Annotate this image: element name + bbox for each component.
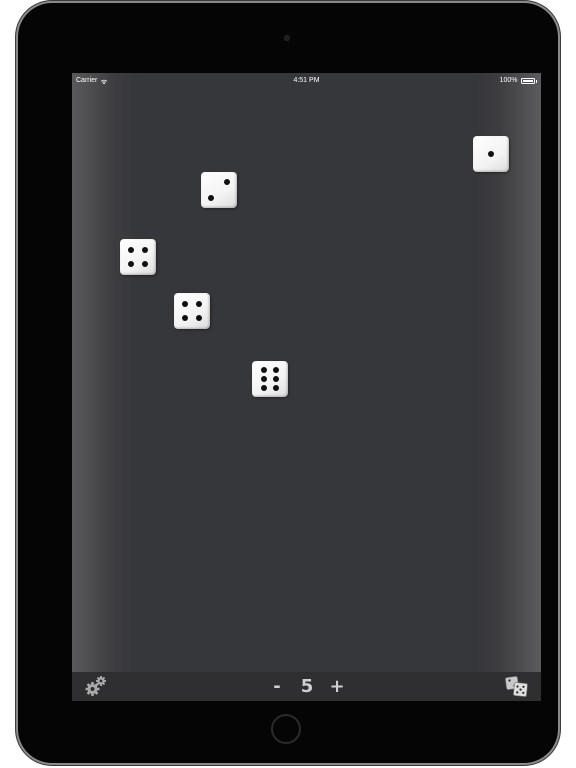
die-pip [181, 315, 188, 322]
die-pip [273, 384, 280, 391]
die-pip [127, 246, 134, 253]
die-pip [273, 367, 280, 374]
die-1[interactable] [473, 136, 509, 172]
die-pip [260, 367, 267, 374]
battery-percent: 100% [499, 77, 518, 84]
increment-button[interactable]: + [326, 676, 348, 697]
die-pip [223, 179, 230, 186]
battery-indicator: 100% [500, 73, 537, 89]
dice-count-value: 5 [300, 675, 314, 697]
dice-stack-icon[interactable] [505, 675, 529, 698]
gears-icon[interactable] [84, 675, 108, 697]
die-pip [208, 194, 215, 201]
die-2[interactable] [201, 172, 237, 208]
status-time: 4:51 PM [293, 77, 320, 84]
home-button[interactable] [271, 714, 301, 744]
die-pip [142, 261, 149, 268]
die-pip [142, 246, 149, 253]
bottom-toolbar: - 5 + [72, 672, 541, 701]
die-pip [181, 300, 188, 307]
battery-icon [520, 78, 535, 84]
die-3[interactable] [120, 239, 156, 275]
die-pip [260, 384, 267, 391]
tablet-frame: Carrier 4:51 PM 100% - 5 + [18, 3, 558, 763]
dice-count-stepper: - 5 + [266, 673, 348, 699]
die-pip [196, 300, 203, 307]
decrement-button[interactable]: - [266, 676, 288, 697]
die-4[interactable] [174, 293, 210, 329]
die-pip [488, 151, 494, 157]
die-5[interactable] [252, 361, 288, 397]
die-pip [273, 376, 280, 382]
status-bar: Carrier 4:51 PM 100% [72, 73, 541, 89]
die-pip [127, 261, 134, 268]
die-pip [260, 376, 267, 382]
app-screen: Carrier 4:51 PM 100% - 5 + [72, 73, 541, 701]
front-camera [284, 35, 290, 41]
die-pip [196, 315, 203, 322]
